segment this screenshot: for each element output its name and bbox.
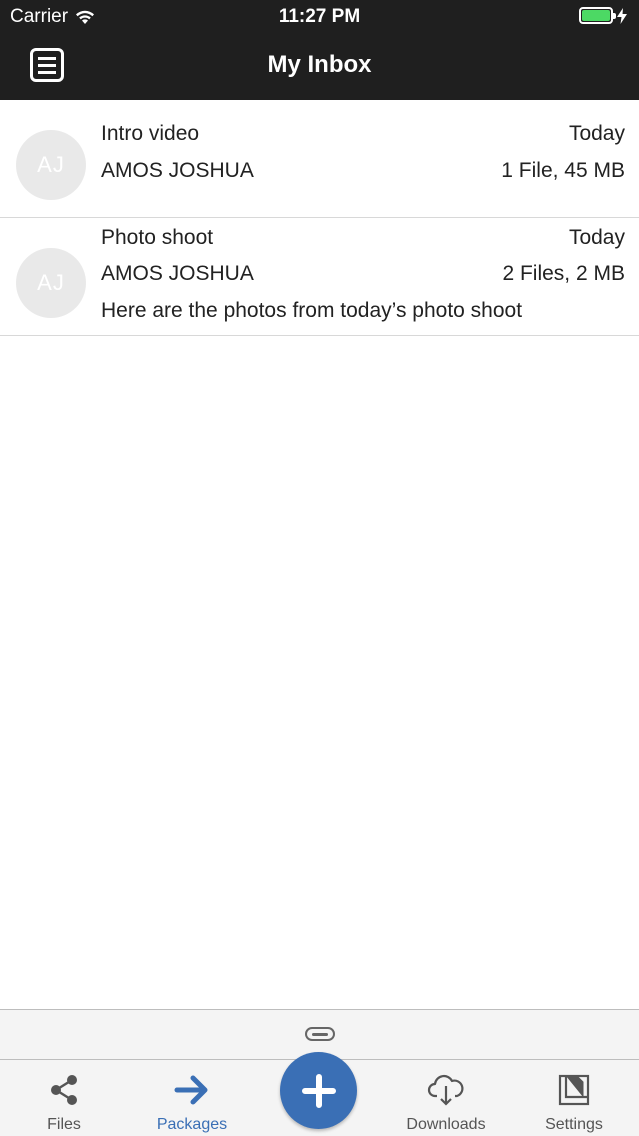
tab-downloads[interactable]: Downloads xyxy=(398,1060,494,1136)
plus-icon xyxy=(301,1073,336,1108)
charging-bolt-icon xyxy=(617,7,627,24)
status-time: 11:27 PM xyxy=(278,6,361,27)
arrow-right-icon xyxy=(172,1070,212,1110)
item-title: Photo shoot xyxy=(101,226,214,249)
battery-icon xyxy=(579,7,616,24)
tab-label: Packages xyxy=(156,1116,228,1133)
tab-files[interactable]: Files xyxy=(24,1060,104,1136)
avatar: AJ xyxy=(16,130,86,200)
nav-bar: My Inbox xyxy=(0,34,639,100)
status-bar: Carrier 11:27 PM xyxy=(0,0,639,34)
add-button[interactable] xyxy=(280,1052,357,1129)
tab-label: Settings xyxy=(545,1116,603,1133)
tab-label: Files xyxy=(47,1116,81,1133)
item-title: Intro video xyxy=(101,122,200,145)
inbox-list: AJ Intro video Today AMOS JOSHUA 1 File,… xyxy=(0,100,639,336)
inbox-item[interactable]: AJ Photo shoot Today AMOS JOSHUA 2 Files… xyxy=(0,218,639,336)
tab-settings[interactable]: Settings xyxy=(534,1060,614,1136)
item-date: Today xyxy=(568,226,625,249)
app-header: Carrier 11:27 PM My Inbox xyxy=(0,0,639,100)
cloud-download-icon xyxy=(426,1070,466,1110)
item-sender: AMOS JOSHUA xyxy=(101,262,254,285)
item-date: Today xyxy=(568,122,625,145)
item-size: 2 Files, 2 MB xyxy=(502,262,625,285)
drag-handle[interactable] xyxy=(305,1027,335,1041)
settings-document-icon xyxy=(554,1070,594,1110)
item-size: 1 File, 45 MB xyxy=(501,159,625,182)
share-icon xyxy=(44,1070,84,1110)
item-message: Here are the photos from today’s photo s… xyxy=(101,299,523,322)
inbox-item[interactable]: AJ Intro video Today AMOS JOSHUA 1 File,… xyxy=(0,100,639,218)
battery-fill xyxy=(582,10,610,21)
item-sender: AMOS JOSHUA xyxy=(101,159,254,182)
battery-indicator xyxy=(579,7,627,24)
avatar: AJ xyxy=(16,248,86,318)
tab-packages[interactable]: Packages xyxy=(146,1060,238,1136)
page-title: My Inbox xyxy=(267,51,372,78)
tab-label: Downloads xyxy=(406,1116,486,1133)
